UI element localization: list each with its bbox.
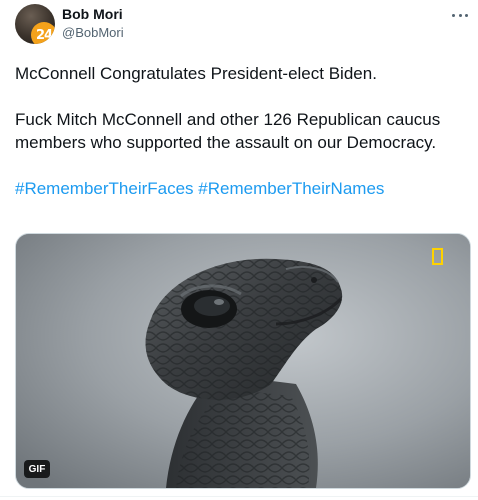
hashtag-remember-their-names[interactable]: #RememberTheirNames (198, 179, 384, 198)
dot (465, 13, 468, 17)
user-handle[interactable]: @BobMori (62, 25, 124, 40)
user-name[interactable]: Bob Mori (62, 6, 123, 22)
dot (458, 13, 462, 17)
avatar[interactable]: 24 (15, 4, 55, 44)
hashtags: #RememberTheirFaces #RememberTheirNames (15, 177, 465, 200)
turtle-image (16, 234, 470, 488)
dot (452, 13, 455, 17)
avatar-badge: 24 (31, 22, 55, 44)
more-horizontal-icon[interactable] (452, 10, 468, 20)
gif-badge: GIF (24, 460, 50, 478)
tweet-line-2: Fuck Mitch McConnell and other 126 Repub… (15, 110, 441, 152)
tweet-line-1: McConnell Congratulates President-elect … (15, 64, 377, 83)
tweet[interactable]: 24 Bob Mori @BobMori McConnell Congratul… (0, 0, 478, 500)
divider (0, 496, 478, 497)
tweet-text: McConnell Congratulates President-elect … (15, 62, 465, 200)
tweet-media-gif[interactable]: GIF (15, 233, 471, 489)
yellow-border-logo-icon (432, 248, 443, 265)
hashtag-remember-their-faces[interactable]: #RememberTheirFaces (15, 179, 194, 198)
